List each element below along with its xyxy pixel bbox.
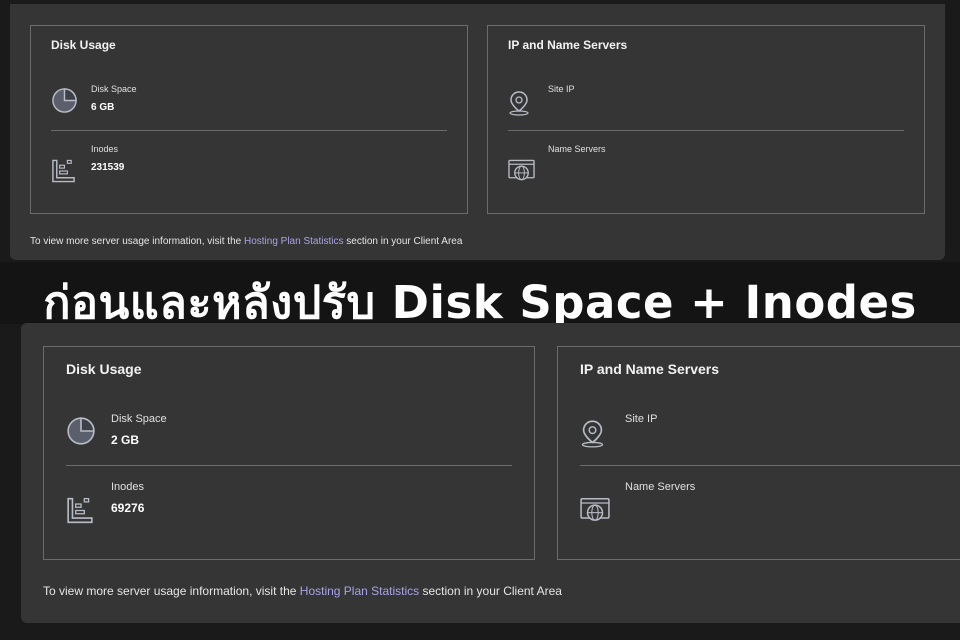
inodes-value: 69276	[111, 501, 145, 515]
disk-space-value: 2 GB	[111, 433, 140, 447]
disk-usage-card: Disk Usage Disk Space 6 GB Inodes 231539	[30, 25, 468, 214]
divider	[508, 130, 904, 131]
inodes-label: Inodes	[111, 481, 145, 493]
after-panel: Disk Usage Disk Space 2 GB Inodes 69276 …	[21, 323, 960, 623]
card-title: Disk Usage	[51, 38, 116, 52]
inodes-icon	[66, 496, 94, 530]
location-pin-icon	[580, 419, 605, 453]
divider	[580, 465, 960, 466]
card-title: IP and Name Servers	[508, 38, 628, 52]
footnote: To view more server usage information, v…	[30, 236, 462, 247]
hosting-plan-statistics-link[interactable]: Hosting Plan Statistics	[244, 236, 344, 247]
disk-space-label: Disk Space	[91, 84, 137, 94]
pie-chart-icon	[66, 416, 96, 451]
divider	[51, 130, 447, 131]
footnote-suffix: section in your Client Area	[419, 584, 562, 598]
inodes-label: Inodes	[91, 144, 119, 154]
footnote: To view more server usage information, v…	[43, 584, 562, 598]
footnote-suffix: section in your Client Area	[343, 236, 463, 247]
card-title: IP and Name Servers	[580, 361, 720, 377]
globe-browser-icon	[508, 159, 535, 188]
card-title: Disk Usage	[66, 361, 142, 377]
before-panel: Disk Usage Disk Space 6 GB Inodes 231539…	[10, 4, 945, 260]
globe-browser-icon	[580, 497, 610, 529]
inodes-value: 231539	[91, 162, 125, 173]
disk-usage-card: Disk Usage Disk Space 2 GB Inodes 69276	[43, 346, 535, 560]
disk-space-value: 6 GB	[91, 102, 115, 113]
pie-chart-icon	[51, 87, 78, 119]
divider	[66, 465, 512, 466]
site-ip-label: Site IP	[548, 84, 575, 94]
ip-name-servers-card: IP and Name Servers Site IP Name Servers	[557, 346, 960, 560]
ip-name-servers-card: IP and Name Servers Site IP Name Servers	[487, 25, 925, 214]
location-pin-icon	[508, 90, 530, 121]
footnote-prefix: To view more server usage information, v…	[43, 584, 300, 598]
disk-space-label: Disk Space	[111, 413, 167, 425]
hosting-plan-statistics-link[interactable]: Hosting Plan Statistics	[300, 584, 419, 598]
name-servers-label: Name Servers	[548, 144, 606, 154]
inodes-icon	[51, 158, 76, 189]
site-ip-label: Site IP	[625, 413, 658, 425]
footnote-prefix: To view more server usage information, v…	[30, 236, 244, 247]
name-servers-label: Name Servers	[625, 481, 696, 493]
